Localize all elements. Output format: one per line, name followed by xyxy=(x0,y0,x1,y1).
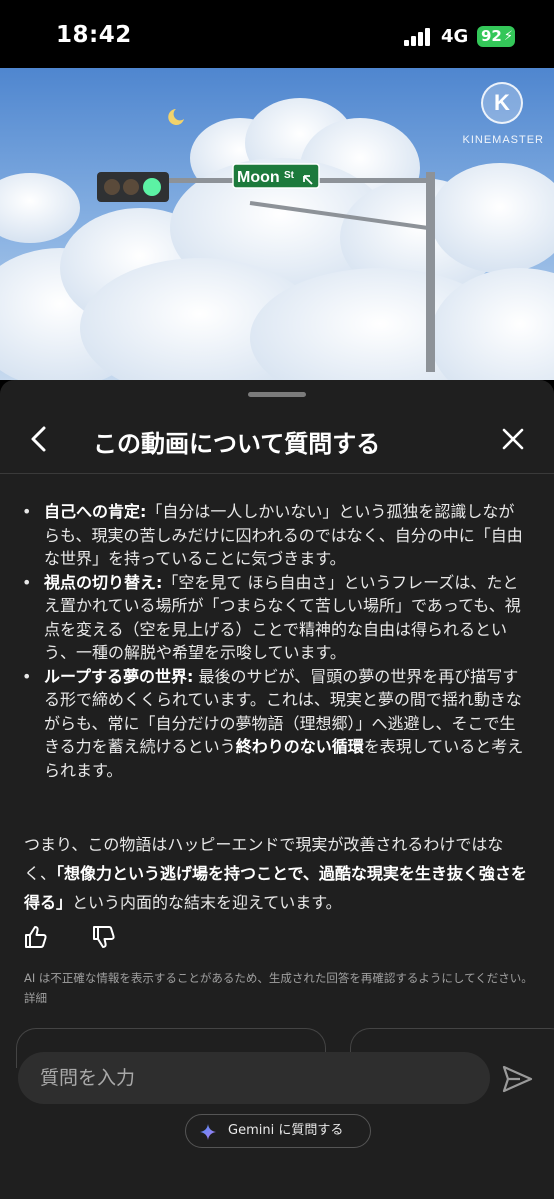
disclaimer-link[interactable]: 詳細 xyxy=(24,991,47,1005)
thumbs-up-icon[interactable] xyxy=(22,923,50,951)
close-icon[interactable] xyxy=(498,424,528,454)
ask-gemini-button[interactable]: Gemini に質問する xyxy=(185,1114,371,1148)
answer-content: 自己への肯定:「自分は一人しかいない」という孤独を認識しながらも、現実の苦しみだ… xyxy=(0,500,554,912)
sheet-title: この動画について質問する xyxy=(93,430,381,458)
disclaimer-text: AI は不正確な情報を表示することがあるため、生成された回答を再確認するようにし… xyxy=(24,971,533,985)
charging-bolt-icon: ⚡ xyxy=(503,29,513,44)
back-arrow-icon[interactable] xyxy=(24,424,54,454)
status-bar: 18:42 4G 92 ⚡ xyxy=(0,0,554,68)
ai-disclaimer: AI は不正確な情報を表示することがあるため、生成された回答を再確認するようにし… xyxy=(24,968,536,1008)
gemini-sparkle-icon xyxy=(200,1124,216,1140)
summary-post: という内面的な結末を迎えています。 xyxy=(72,893,342,912)
answer-summary: つまり、この物語はハッピーエンドで現実が改善されるわけではなく、「想像力という逃… xyxy=(24,830,534,917)
video-frame: Moon St xyxy=(0,68,554,380)
battery-icon: 92 ⚡ xyxy=(477,26,515,47)
ask-gemini-label: Gemini に質問する xyxy=(228,1123,344,1138)
street-sign-suffix: St xyxy=(284,170,295,181)
question-input-bar[interactable] xyxy=(18,1052,490,1104)
sheet-header: この動画について質問する xyxy=(0,410,554,472)
send-icon[interactable] xyxy=(500,1062,534,1096)
kinemaster-watermark: K KINEMASTER xyxy=(462,82,543,146)
ask-about-video-sheet: この動画について質問する 自己への肯定:「自分は一人しかいない」という孤独を認識… xyxy=(0,380,554,1199)
question-input[interactable] xyxy=(40,1052,470,1104)
signal-icon xyxy=(404,28,434,46)
kinemaster-logo-icon: K xyxy=(481,82,523,124)
status-time: 18:42 xyxy=(56,22,132,48)
bullet-item: 自己への肯定:「自分は一人しかいない」という孤独を認識しながらも、現実の苦しみだ… xyxy=(0,500,554,571)
street-sign-text: Moon xyxy=(237,169,280,186)
network-type: 4G xyxy=(441,26,469,47)
bullet-emphasis: 終わりのない循環 xyxy=(235,737,364,756)
answer-bullets: 自己への肯定:「自分は一人しかいない」という孤独を認識しながらも、現実の苦しみだ… xyxy=(0,500,554,782)
bullet-item: 視点の切り替え:「空を見て ほら自由さ」というフレーズは、たとえ置かれている場所… xyxy=(0,571,554,665)
video-player[interactable]: Moon St K KINEMASTER xyxy=(0,68,554,380)
battery-level: 92 xyxy=(481,27,502,45)
sheet-drag-handle[interactable] xyxy=(248,392,306,397)
bullet-heading: 自己への肯定: xyxy=(44,502,147,521)
bullet-heading: ループする夢の世界: xyxy=(44,666,194,686)
kinemaster-text: KINEMASTER xyxy=(462,134,544,146)
bullet-item: ループする夢の世界: 最後のサビが、冒頭の夢の世界を再び描写する形で締めくくられ… xyxy=(0,665,554,783)
bullet-heading: 視点の切り替え: xyxy=(44,572,163,592)
header-divider xyxy=(0,473,554,474)
thumbs-down-icon[interactable] xyxy=(90,923,118,951)
